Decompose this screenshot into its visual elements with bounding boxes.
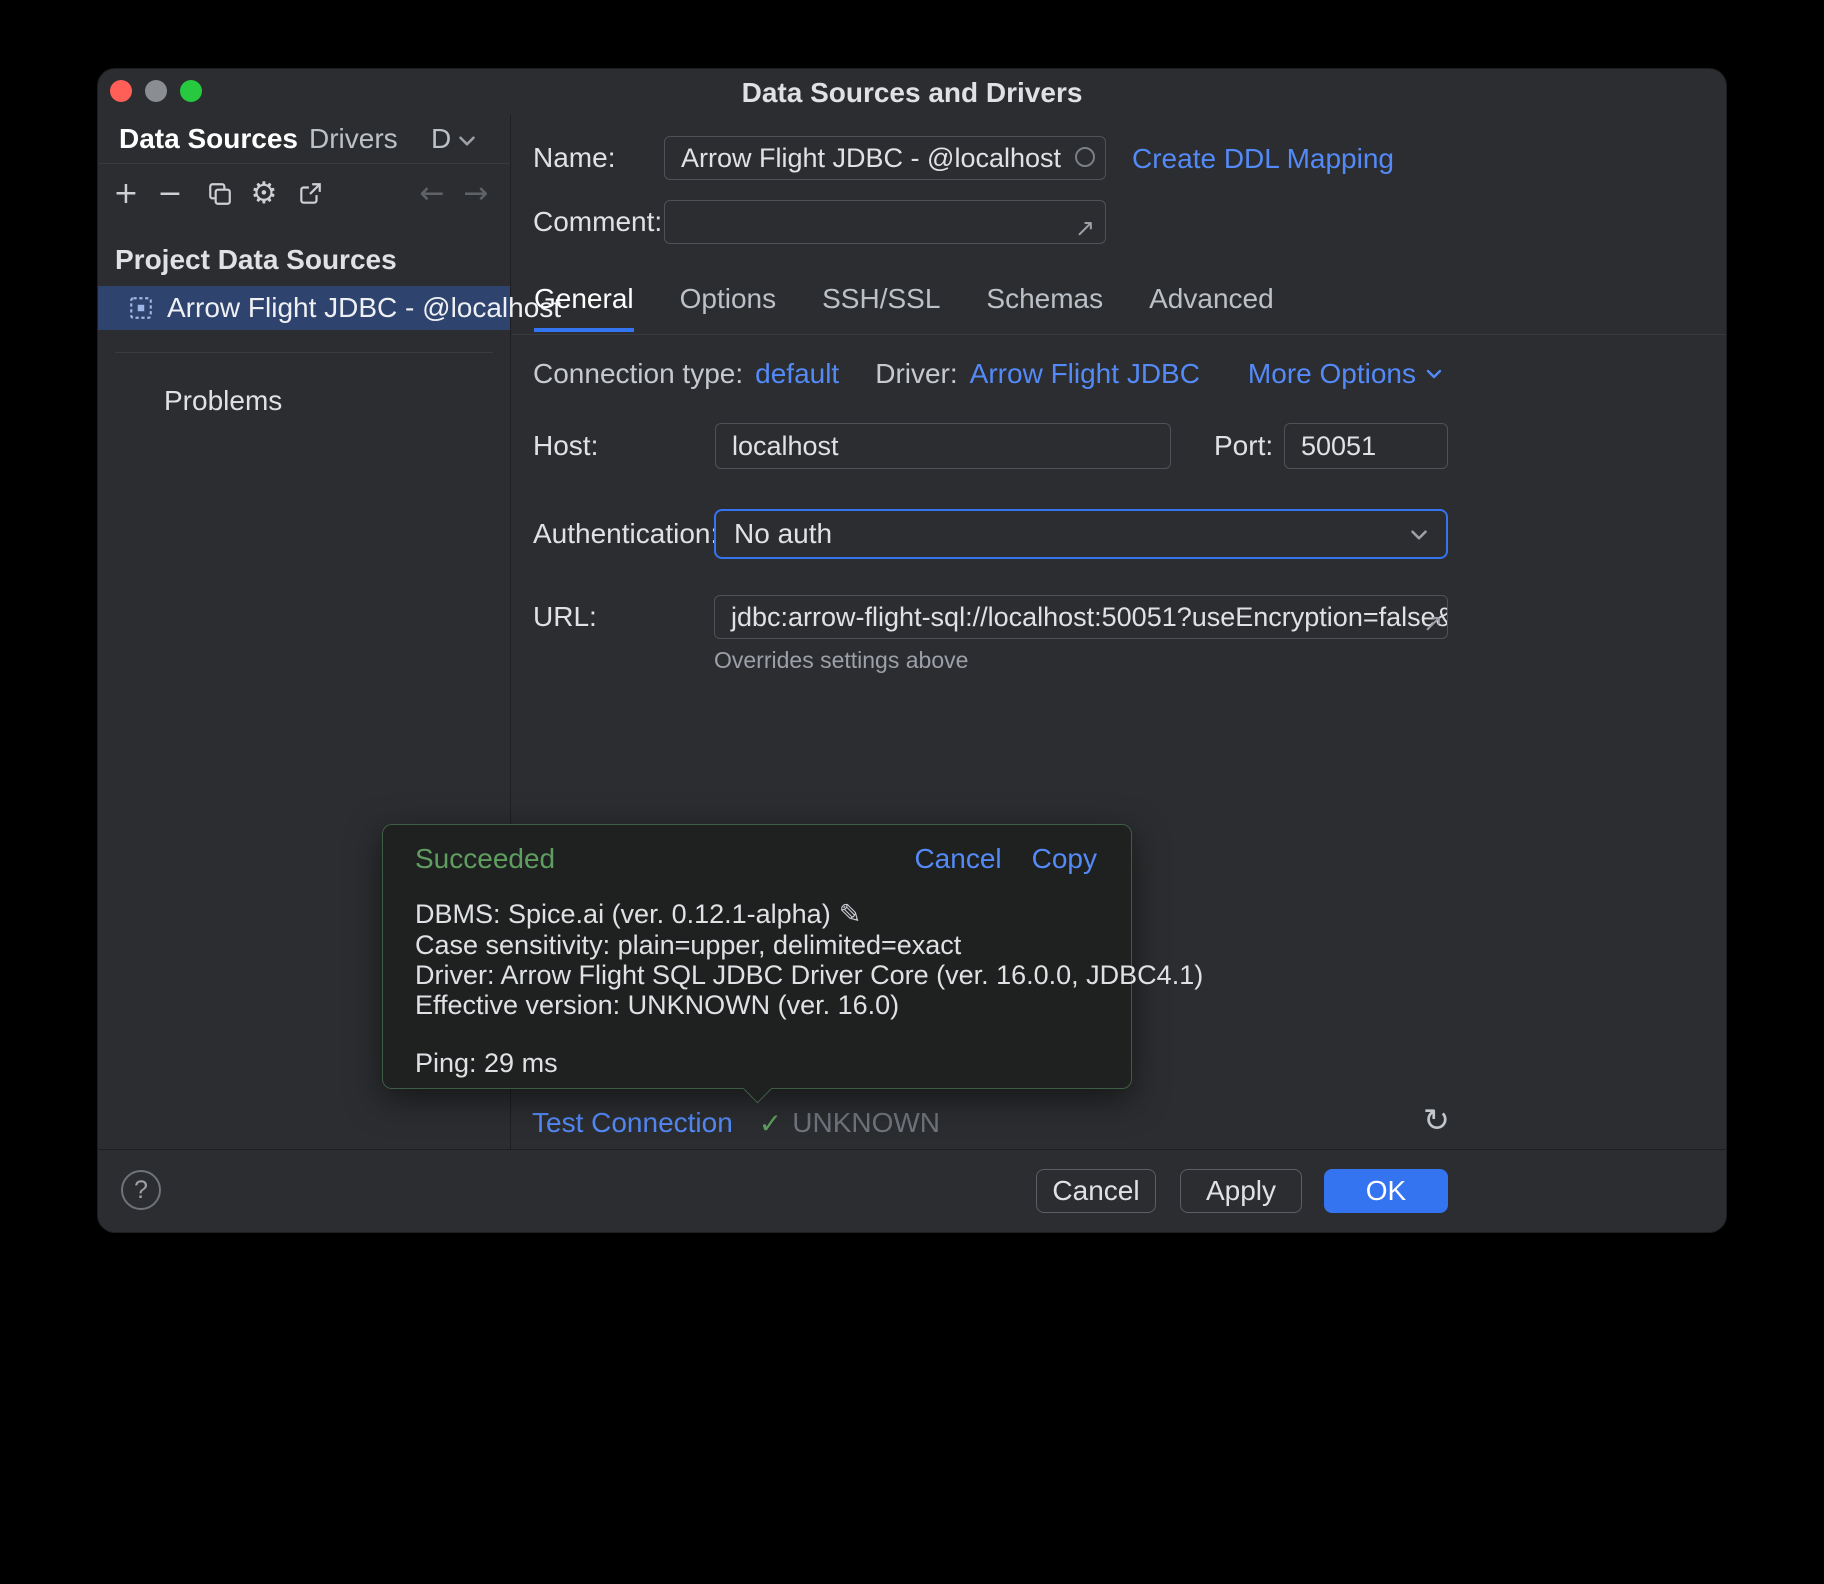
expand-icon[interactable]: ↗ xyxy=(1423,602,1443,639)
back-button[interactable]: ← xyxy=(414,176,450,212)
data-source-label: Arrow Flight JDBC - @localhost xyxy=(167,292,561,324)
gear-icon: ⚙ xyxy=(251,179,278,209)
help-button[interactable]: ? xyxy=(121,1170,161,1210)
sidebar-toolbar: + − ⚙ ← → xyxy=(98,163,510,225)
url-label: URL: xyxy=(533,602,597,632)
url-value: jdbc:arrow-flight-sql://localhost:50051?… xyxy=(731,602,1448,632)
edit-pencil-icon[interactable]: ✎ xyxy=(839,899,862,930)
screen: Data Sources and Drivers Data Sources Dr… xyxy=(0,0,1824,1584)
add-data-source-button[interactable]: + xyxy=(108,176,144,212)
duplicate-button[interactable] xyxy=(202,176,238,212)
tab-general[interactable]: General xyxy=(534,283,634,332)
popup-body: DBMS: Spice.ai (ver. 0.12.1-alpha) ✎ Case… xyxy=(415,899,1097,1078)
driver-value-link[interactable]: Arrow Flight JDBC xyxy=(970,358,1200,390)
url-note: Overrides settings above xyxy=(714,647,968,674)
more-options-label: More Options xyxy=(1248,358,1416,390)
undo-icon[interactable]: ↺ xyxy=(1423,1101,1450,1139)
more-options-button[interactable]: More Options xyxy=(1248,358,1446,390)
status-succeeded: Succeeded xyxy=(415,843,555,875)
port-input[interactable]: 50051 xyxy=(1284,423,1448,469)
project-data-sources-heading: Project Data Sources xyxy=(115,245,397,275)
chevron-down-icon xyxy=(1422,362,1446,386)
tab-options[interactable]: Options xyxy=(680,283,777,332)
sidebar-item-problems[interactable]: Problems xyxy=(164,381,282,421)
tab-data-sources[interactable]: Data Sources xyxy=(119,123,298,155)
driver-line: Driver: Arrow Flight SQL JDBC Driver Cor… xyxy=(415,960,1097,990)
popup-header: Succeeded Cancel Copy xyxy=(415,843,1097,875)
divider xyxy=(115,352,493,353)
check-icon: ✓ xyxy=(759,1107,782,1140)
test-connection-row: Test Connection ✓ UNKNOWN xyxy=(532,1103,940,1143)
test-connection-link[interactable]: Test Connection xyxy=(532,1107,733,1139)
authentication-select[interactable]: No auth xyxy=(714,509,1448,559)
settings-button[interactable]: ⚙ xyxy=(246,176,282,212)
url-input[interactable]: jdbc:arrow-flight-sql://localhost:50051?… xyxy=(714,595,1448,639)
host-label: Host: xyxy=(533,431,598,461)
apply-button[interactable]: Apply xyxy=(1180,1169,1302,1213)
ok-button[interactable]: OK xyxy=(1324,1169,1448,1213)
create-ddl-mapping-link[interactable]: Create DDL Mapping xyxy=(1132,143,1394,175)
popup-copy-link[interactable]: Copy xyxy=(1032,843,1097,875)
host-value: localhost xyxy=(732,431,839,461)
progress-circle-icon xyxy=(1075,147,1095,167)
forward-arrow-icon: → xyxy=(463,179,488,209)
dialog-footer: ? Cancel Apply OK xyxy=(98,1149,1726,1232)
authentication-value: No auth xyxy=(734,518,832,549)
data-source-icon xyxy=(128,295,154,321)
connection-type-row: Connection type: default Driver: Arrow F… xyxy=(533,358,1200,390)
settings-tabs: General Options SSH/SSL Schemas Advanced xyxy=(534,283,1274,332)
minus-icon: − xyxy=(157,179,182,209)
connection-type-value[interactable]: default xyxy=(755,358,839,390)
tab-ssh-ssl[interactable]: SSH/SSL xyxy=(822,283,940,332)
name-label: Name: xyxy=(533,143,615,173)
dbms-line: DBMS: Spice.ai (ver. 0.12.1-alpha) ✎ xyxy=(415,899,1097,930)
chevron-down-icon xyxy=(1406,522,1432,548)
sidebar-tabs: Data Sources Drivers D xyxy=(98,115,510,164)
export-button[interactable] xyxy=(292,176,328,212)
authentication-label: Authentication: xyxy=(533,519,718,549)
popup-cancel-link[interactable]: Cancel xyxy=(914,843,1001,875)
tab-ddl-mappings[interactable]: D xyxy=(431,123,451,155)
name-value: Arrow Flight JDBC - @localhost xyxy=(681,143,1061,173)
comment-input[interactable]: ↗ xyxy=(664,200,1106,244)
remove-data-source-button[interactable]: − xyxy=(152,176,188,212)
ping-line: Ping: 29 ms xyxy=(415,1048,1097,1078)
port-value: 50051 xyxy=(1301,431,1376,461)
titlebar: Data Sources and Drivers xyxy=(98,69,1726,115)
case-sensitivity-line: Case sensitivity: plain=upper, delimited… xyxy=(415,930,1097,960)
tab-advanced[interactable]: Advanced xyxy=(1149,283,1274,332)
cancel-button[interactable]: Cancel xyxy=(1036,1169,1156,1213)
comment-label: Comment: xyxy=(533,207,662,237)
dbms-text: DBMS: Spice.ai (ver. 0.12.1-alpha) xyxy=(415,899,831,929)
copy-icon xyxy=(207,181,233,207)
divider xyxy=(512,334,1726,335)
forward-button[interactable]: → xyxy=(458,176,494,212)
test-connection-popup: Succeeded Cancel Copy DBMS: Spice.ai (ve… xyxy=(382,824,1132,1089)
name-input[interactable]: Arrow Flight JDBC - @localhost xyxy=(664,136,1106,180)
tab-schemas[interactable]: Schemas xyxy=(986,283,1103,332)
window-title: Data Sources and Drivers xyxy=(98,69,1726,117)
back-arrow-icon: ← xyxy=(419,179,444,209)
driver-label: Driver: xyxy=(875,358,957,390)
effective-version-line: Effective version: UNKNOWN (ver. 16.0) xyxy=(415,990,1097,1020)
expand-icon[interactable]: ↗ xyxy=(1075,207,1095,244)
connection-type-label: Connection type: xyxy=(533,358,743,390)
port-label: Port: xyxy=(1214,431,1273,461)
plus-icon: + xyxy=(113,179,138,209)
host-input[interactable]: localhost xyxy=(715,423,1171,469)
data-sources-dialog: Data Sources and Drivers Data Sources Dr… xyxy=(97,68,1727,1233)
data-source-item-selected[interactable]: Arrow Flight JDBC - @localhost xyxy=(98,286,510,330)
connection-status-text: UNKNOWN xyxy=(792,1107,940,1139)
export-icon xyxy=(297,181,323,207)
tab-drivers[interactable]: Drivers xyxy=(309,123,398,155)
chevron-down-icon[interactable] xyxy=(454,128,480,154)
